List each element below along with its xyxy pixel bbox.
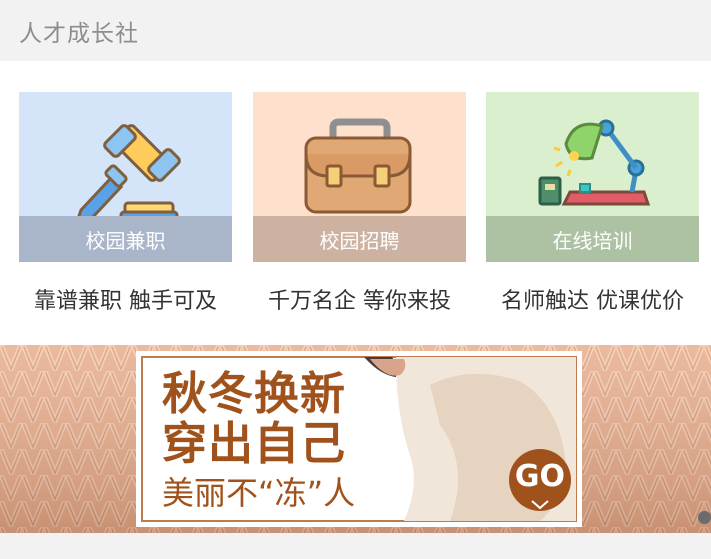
gavel-icon	[77, 124, 181, 222]
card-campus-part-time[interactable]: 校园兼职	[19, 92, 232, 262]
banner-headline-1: 秋冬换新	[162, 367, 347, 420]
page-title: 人才成长社	[19, 21, 139, 47]
desk-lamp-icon	[538, 119, 651, 206]
card-label: 校园兼职	[19, 216, 232, 262]
promo-banner[interactable]: 秋冬换新 穿出自己 美丽不“冻”人 GO	[0, 345, 711, 533]
carousel-indicator[interactable]	[698, 511, 711, 524]
app-header: 人才成长社	[0, 0, 711, 61]
card-tagline: 千万名企 等你来投	[268, 289, 451, 314]
card-label: 在线培训	[486, 216, 699, 262]
card-campus-recruitment[interactable]: 校园招聘	[253, 92, 466, 262]
banner-headline-2: 穿出自己	[162, 417, 347, 470]
go-button[interactable]: GO	[509, 457, 571, 497]
footer-strip	[0, 533, 711, 559]
knit-sweater-background	[0, 345, 711, 533]
banner-subtitle: 美丽不“冻”人	[162, 474, 356, 512]
briefcase-icon	[304, 118, 412, 214]
card-tagline: 名师触达 优课优价	[501, 289, 684, 314]
card-online-training[interactable]: 在线培训	[486, 92, 699, 262]
card-tagline: 靠谱兼职 触手可及	[34, 289, 217, 314]
category-section: 校园兼职 靠谱兼职 触手可及 校园招聘 千万名企 等你来投 在线培训 名师触达 …	[0, 61, 711, 345]
card-label: 校园招聘	[253, 216, 466, 262]
